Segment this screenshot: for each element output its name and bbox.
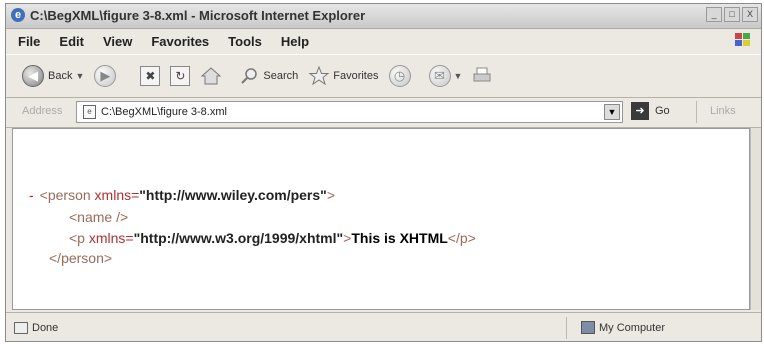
minimize-button[interactable]: _ [706, 7, 722, 22]
ie-logo-icon: e [11, 8, 25, 22]
address-dropdown-icon[interactable]: ▼ [604, 104, 620, 120]
stop-button[interactable]: ✖ [140, 66, 161, 86]
search-label: Search [263, 70, 299, 82]
favorites-button[interactable]: Favorites [308, 66, 379, 86]
maximize-button[interactable]: □ [724, 7, 740, 22]
page-status-icon [14, 322, 28, 334]
divider [696, 101, 697, 123]
xml-text-content: This is XHTML [351, 230, 448, 246]
home-icon [201, 67, 222, 85]
go-button[interactable]: Go [655, 105, 670, 117]
menu-view[interactable]: View [103, 34, 132, 49]
mail-button[interactable]: ✉ ▼ [428, 65, 463, 87]
refresh-icon: ↻ [170, 66, 191, 86]
browser-window: e C:\BegXML\figure 3-8.xml - Microsoft I… [5, 3, 762, 342]
print-icon [473, 67, 491, 82]
mail-icon: ✉ [428, 65, 451, 87]
vertical-scrollbar[interactable] [750, 128, 761, 310]
status-text: Done [32, 322, 59, 334]
page-content: - <person xmlns="http://www.wiley.com/per… [12, 128, 750, 310]
window-controls: _ □ X [706, 7, 758, 22]
collapse-toggle[interactable]: - [29, 187, 34, 203]
xml-line-name: <name /> [69, 208, 128, 226]
xml-tag-close: > [326, 187, 335, 203]
xml-attr-name: xmlns= [90, 187, 140, 203]
status-bar: Done My Computer [6, 312, 761, 341]
search-icon [241, 68, 258, 84]
back-arrow-icon: ◀ [22, 65, 44, 87]
forward-button[interactable]: ▶ [94, 65, 117, 87]
title-bar: e C:\BegXML\figure 3-8.xml - Microsoft I… [6, 4, 761, 29]
back-dropdown-icon[interactable]: ▼ [75, 71, 84, 81]
zone-text: My Computer [599, 322, 666, 334]
xml-document-icon: e [83, 105, 96, 119]
xml-attr-value: "http://www.w3.org/1999/xhtml" [133, 230, 344, 246]
xml-tag: </person> [49, 250, 113, 266]
address-url[interactable]: C:\BegXML\figure 3-8.xml [101, 106, 227, 118]
links-button[interactable]: Links [710, 105, 736, 117]
xml-line-person-open: - <person xmlns="http://www.wiley.com/per… [29, 186, 335, 204]
xml-attr-name: xmlns= [84, 230, 134, 246]
favorites-star-icon [308, 66, 330, 86]
divider [566, 317, 567, 339]
refresh-button[interactable]: ↻ [170, 66, 191, 86]
address-label: Address [22, 105, 63, 117]
xml-line-p: <p xmlns="http://www.w3.org/1999/xhtml">… [69, 229, 476, 247]
home-button[interactable] [200, 66, 222, 86]
xml-tag: <p [69, 230, 85, 246]
menu-edit[interactable]: Edit [59, 34, 84, 49]
window-title: C:\BegXML\figure 3-8.xml - Microsoft Int… [30, 8, 366, 23]
favorites-label: Favorites [333, 70, 379, 82]
print-button[interactable] [472, 66, 494, 86]
xml-attr-value: "http://www.wiley.com/pers" [139, 187, 327, 203]
address-bar: Address e C:\BegXML\figure 3-8.xml ▼ ➜ G… [6, 97, 761, 128]
back-label: Back [48, 70, 73, 82]
close-button[interactable]: X [742, 7, 758, 22]
search-button[interactable]: Search [240, 66, 298, 86]
xml-tag: <person [39, 187, 91, 203]
xml-line-person-close: </person> [49, 249, 112, 267]
windows-flag-icon [735, 33, 750, 46]
back-button[interactable]: ◀ Back ▼ [22, 65, 84, 87]
stop-icon: ✖ [140, 66, 161, 86]
menu-file[interactable]: File [18, 34, 40, 49]
xml-tag: <name /> [69, 209, 129, 225]
menu-help[interactable]: Help [281, 34, 309, 49]
go-arrow-icon[interactable]: ➜ [631, 102, 649, 120]
menu-tools[interactable]: Tools [228, 34, 262, 49]
forward-arrow-icon: ▶ [94, 65, 117, 87]
standard-toolbar: ◀ Back ▼ ▶ ✖ ↻ Search Favorites ◷ ✉ ▼ [6, 54, 761, 98]
address-input[interactable]: e C:\BegXML\figure 3-8.xml ▼ [76, 101, 623, 123]
history-icon: ◷ [388, 65, 411, 87]
menu-bar: File Edit View Favorites Tools Help [6, 29, 761, 53]
menu-favorites[interactable]: Favorites [151, 34, 209, 49]
history-button[interactable]: ◷ [388, 65, 411, 87]
xml-tag: </p> [447, 230, 476, 246]
computer-zone-icon [581, 321, 595, 334]
mail-dropdown-icon[interactable]: ▼ [454, 71, 463, 81]
